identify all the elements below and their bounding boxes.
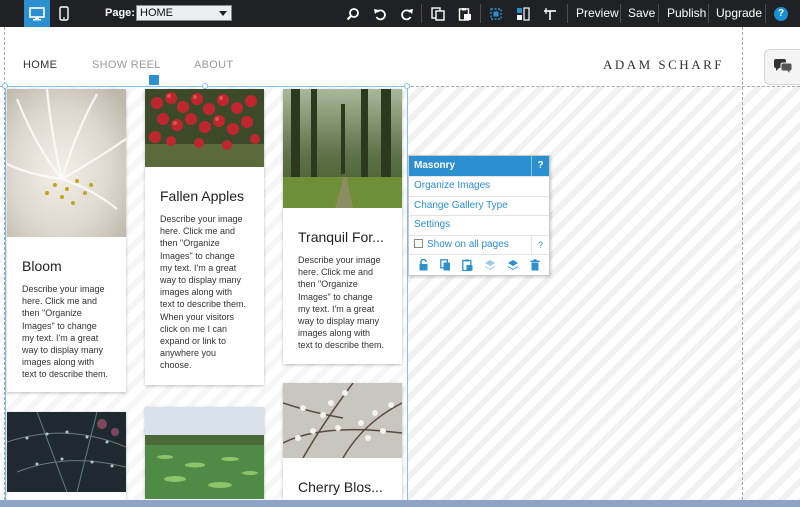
ruler-icon xyxy=(544,7,556,20)
layout-button[interactable] xyxy=(513,0,533,27)
cherry-blossom-image xyxy=(283,383,402,459)
search-button[interactable] xyxy=(343,0,363,27)
unlock-icon[interactable] xyxy=(418,259,429,271)
menu-icon-row xyxy=(409,254,549,275)
page-select-value: HOME xyxy=(140,7,173,19)
card-title: Bloom xyxy=(22,258,62,274)
paste-icon[interactable] xyxy=(462,259,473,271)
nav-item-about[interactable]: ABOUT xyxy=(194,59,233,71)
bloom-image xyxy=(7,89,126,237)
gallery-card[interactable] xyxy=(145,407,264,500)
toolbar-divider xyxy=(480,4,481,23)
toolbar-divider xyxy=(620,4,621,23)
nav-item-home[interactable]: HOME xyxy=(23,59,57,71)
editor-toolbar: Page: HOME Preview Save Publish Upgrade … xyxy=(0,0,800,27)
card-description: Describe your image here. Click me and t… xyxy=(22,284,109,380)
show-on-all-pages-checkbox[interactable] xyxy=(414,238,423,248)
undo-icon xyxy=(374,8,386,20)
show-on-all-pages-label: Show on all pages xyxy=(427,238,509,250)
site-logo[interactable]: ADAM SCHARF xyxy=(603,57,724,73)
editor-canvas: HOME SHOW REEL ABOUT ADAM SCHARF Bloom D… xyxy=(0,27,800,500)
card-title: Tranquil For... xyxy=(298,229,384,245)
paste-page-button[interactable] xyxy=(455,0,475,27)
preview-button[interactable]: Preview xyxy=(576,0,619,27)
show-on-all-pages-row[interactable]: Show on all pages ? xyxy=(409,234,549,255)
checkbox-help-button[interactable]: ? xyxy=(531,235,549,254)
download-icon[interactable] xyxy=(149,75,159,85)
redo-button[interactable] xyxy=(397,0,417,27)
forest-image xyxy=(283,89,402,208)
upgrade-button[interactable]: Upgrade xyxy=(716,0,762,27)
select-button[interactable] xyxy=(486,0,506,27)
copy-page-button[interactable] xyxy=(428,0,448,27)
gallery-card-fallen-apples[interactable]: Fallen Apples Describe your image here. … xyxy=(145,89,264,385)
trash-icon[interactable] xyxy=(530,259,540,271)
search-icon xyxy=(346,7,359,20)
card-title: Cherry Blos... xyxy=(298,479,383,495)
toolbar-divider xyxy=(658,4,659,23)
chevron-down-icon xyxy=(219,11,227,16)
menu-help-button[interactable]: ? xyxy=(531,156,549,176)
page-select[interactable]: HOME xyxy=(136,5,232,21)
help-icon: ? xyxy=(774,6,788,21)
toolbar-divider xyxy=(708,4,709,23)
layout-icon xyxy=(517,6,530,21)
guide-line xyxy=(742,27,743,500)
paste-page-icon xyxy=(458,7,471,21)
gallery-card-bloom[interactable]: Bloom Describe your image here. Click me… xyxy=(7,89,126,392)
ruler-button[interactable] xyxy=(540,0,560,27)
menu-title: Masonry xyxy=(414,160,456,171)
raindrops-image xyxy=(7,412,126,493)
card-description: Describe your image here. Click me and t… xyxy=(160,214,247,371)
save-button[interactable]: Save xyxy=(628,0,655,27)
settings-option[interactable]: Settings xyxy=(409,215,549,235)
gallery-card-tranquil-forest[interactable]: Tranquil For... Describe your image here… xyxy=(283,89,402,364)
select-icon xyxy=(490,7,502,20)
card-title: Fallen Apples xyxy=(160,188,245,204)
page-label: Page: xyxy=(105,7,135,19)
organize-images-option[interactable]: Organize Images xyxy=(409,176,549,196)
chat-bubbles-icon xyxy=(773,59,792,76)
copy-page-icon xyxy=(431,6,445,21)
layer-back-icon[interactable] xyxy=(484,259,496,271)
redo-icon xyxy=(401,8,413,20)
masonry-menu: Masonry ? Organize Images Change Gallery… xyxy=(408,155,550,276)
layer-front-icon[interactable] xyxy=(507,259,519,271)
change-gallery-type-option[interactable]: Change Gallery Type xyxy=(409,195,549,216)
toolbar-divider xyxy=(567,4,568,23)
help-button[interactable]: ? xyxy=(773,0,789,27)
card-description: Describe your image here. Click me and t… xyxy=(298,255,385,351)
menu-header: Masonry ? xyxy=(409,156,549,176)
publish-button[interactable]: Publish xyxy=(667,0,706,27)
toolbar-divider xyxy=(421,4,422,23)
gallery-card-cherry-blossom[interactable]: Cherry Blos... xyxy=(283,383,402,500)
desktop-view-button[interactable] xyxy=(24,0,50,27)
lake-image xyxy=(145,407,264,499)
mobile-view-button[interactable] xyxy=(54,0,74,27)
resize-handle[interactable] xyxy=(404,83,410,89)
window-bottom-edge xyxy=(0,500,800,507)
toolbar-divider xyxy=(765,4,766,23)
desktop-view-icon xyxy=(29,6,45,20)
duplicate-icon[interactable] xyxy=(440,259,451,271)
chat-button[interactable] xyxy=(764,49,800,85)
undo-button[interactable] xyxy=(370,0,390,27)
nav-item-show-reel[interactable]: SHOW REEL xyxy=(92,59,161,71)
mobile-view-icon xyxy=(59,6,69,21)
gallery-card[interactable] xyxy=(7,412,126,500)
apples-image xyxy=(145,89,264,167)
